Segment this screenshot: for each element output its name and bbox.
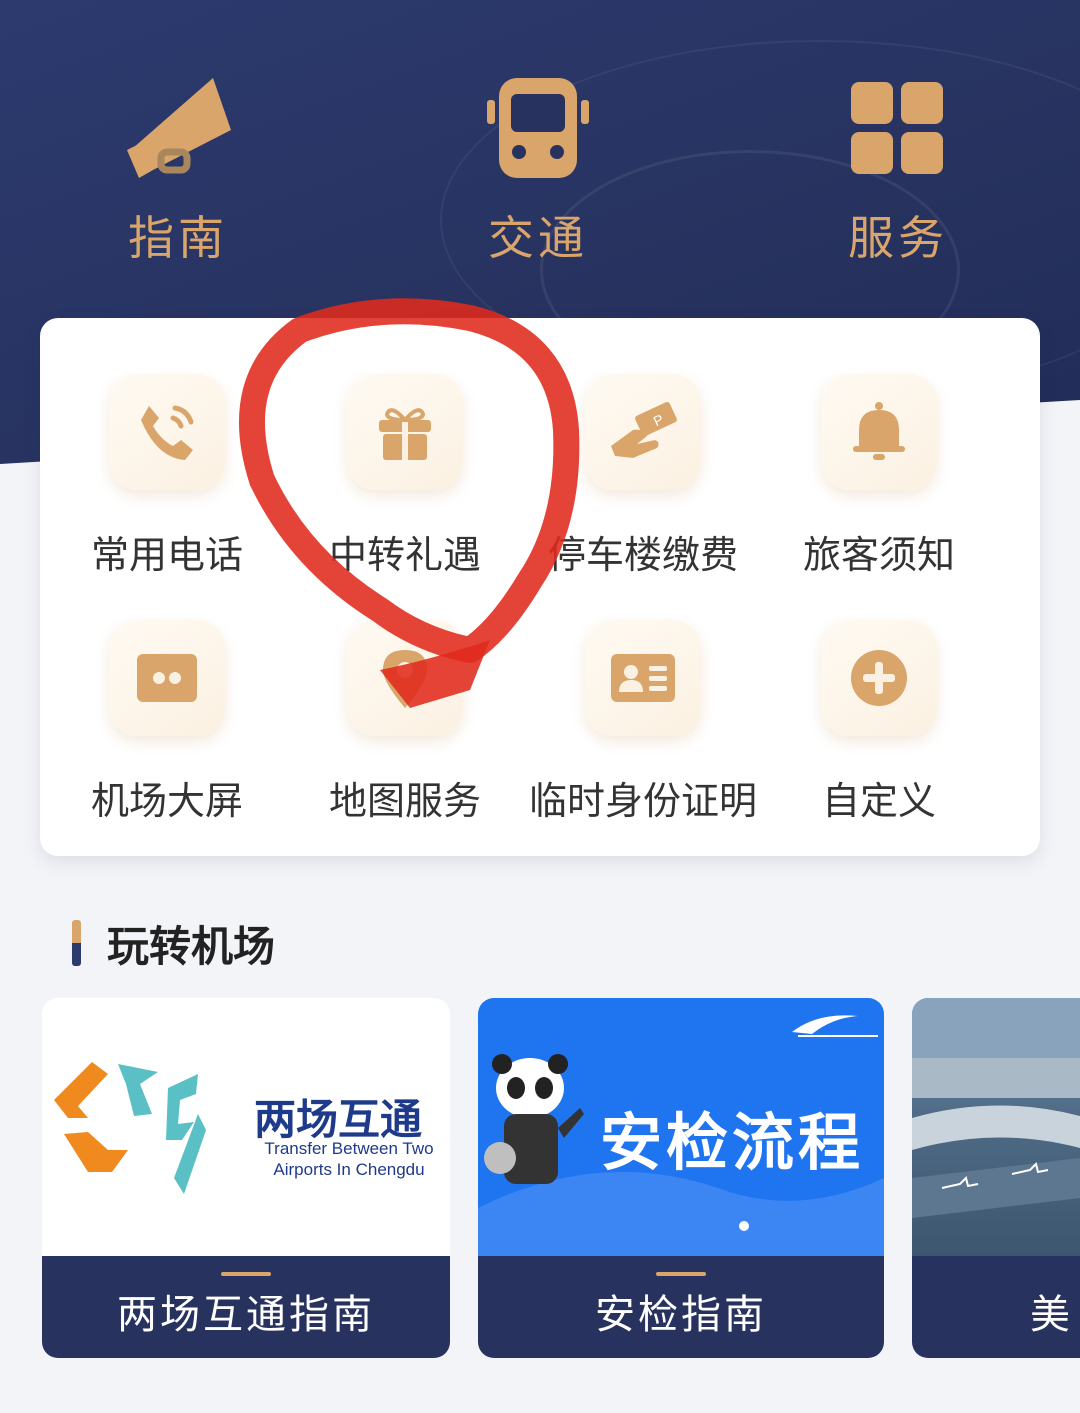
service-airport-screen[interactable]: 机场大屏 <box>42 620 292 825</box>
service-tile <box>347 374 463 490</box>
top-nav-service[interactable]: 服务 <box>798 70 998 268</box>
top-nav-label: 服务 <box>848 211 948 265</box>
service-label: 常用电话 <box>90 533 243 577</box>
top-nav-label: 交通 <box>488 211 588 265</box>
megaphone-icon <box>127 78 231 178</box>
promo-footer-accent <box>656 1272 706 1276</box>
promo-image <box>912 998 1080 1256</box>
airport-logo-icon <box>792 1015 878 1037</box>
service-parking-payment[interactable]: P 停车楼缴费 <box>518 374 768 579</box>
service-label: 地图服务 <box>328 779 481 823</box>
promo-label: 两场互通指南 <box>117 1292 375 1338</box>
services-card: 常用电话 中转礼遇 P 停车楼缴费 旅客须知 机场大屏 地图服务 临时身份证明 … <box>40 318 1040 856</box>
promo-card-security[interactable]: 安检流程 安检指南 <box>478 998 884 1358</box>
service-tile <box>821 374 937 490</box>
section-accent-bar <box>72 920 81 966</box>
service-tile <box>109 620 225 736</box>
promo-label: 安检指南 <box>595 1292 767 1338</box>
promo-label: 美 <box>1030 1292 1073 1338</box>
promo-image-subtitle: Transfer Between Two Airports In Chengdu <box>264 1139 434 1179</box>
service-label: 自定义 <box>821 779 936 823</box>
service-tile <box>821 620 937 736</box>
promo-footer: 安检指南 <box>478 1256 884 1358</box>
promo-image-title: 安检流程 <box>600 1106 865 1179</box>
top-nav-guide[interactable]: 指南 <box>78 70 278 268</box>
airport-aerial-image <box>912 998 1080 1218</box>
top-nav: 指南 交通 服务 <box>0 70 1080 270</box>
gift-icon <box>379 408 431 460</box>
parking-ticket-icon: P <box>611 401 677 458</box>
service-tile <box>585 620 701 736</box>
bell-icon <box>853 402 905 460</box>
service-map[interactable]: 地图服务 <box>280 620 530 825</box>
service-customize[interactable]: 自定义 <box>754 620 1004 825</box>
service-passenger-notice[interactable]: 旅客须知 <box>754 374 1004 579</box>
service-tile <box>347 620 463 736</box>
two-airports-logo-icon <box>54 1062 206 1194</box>
phone-icon <box>141 405 194 460</box>
promo-footer: 美 <box>912 1256 1080 1358</box>
service-transfer-gift[interactable]: 中转礼遇 <box>280 374 530 579</box>
section-header: 玩转机场 <box>72 918 275 971</box>
top-nav-transport[interactable]: 交通 <box>438 70 638 268</box>
map-pin-icon <box>383 650 427 708</box>
top-nav-label: 指南 <box>128 211 228 265</box>
bus-icon <box>487 78 589 178</box>
service-common-phones[interactable]: 常用电话 <box>42 374 292 579</box>
screen-icon <box>137 654 197 702</box>
panda-mascot-icon <box>484 1054 584 1184</box>
id-card-icon <box>611 654 675 702</box>
service-label: 机场大屏 <box>90 779 243 823</box>
promo-image: 两场互通 Transfer Between Two Airports In Ch… <box>42 998 450 1256</box>
promo-footer-accent <box>221 1272 271 1276</box>
promo-card-two-airports[interactable]: 两场互通 Transfer Between Two Airports In Ch… <box>42 998 450 1358</box>
promo-card-partial[interactable]: 美 <box>912 998 1080 1358</box>
section-title: 玩转机场 <box>107 921 276 971</box>
service-temporary-id[interactable]: 临时身份证明 <box>518 620 768 825</box>
service-label: 停车楼缴费 <box>547 533 738 577</box>
promo-image: 安检流程 <box>478 998 884 1256</box>
service-label: 中转礼遇 <box>328 533 481 577</box>
grid-icon <box>851 82 943 174</box>
service-label: 临时身份证明 <box>528 779 757 823</box>
service-tile <box>109 374 225 490</box>
promo-footer: 两场互通指南 <box>42 1256 450 1358</box>
service-label: 旅客须知 <box>802 533 955 577</box>
plus-icon <box>851 650 907 706</box>
service-tile: P <box>585 374 701 490</box>
